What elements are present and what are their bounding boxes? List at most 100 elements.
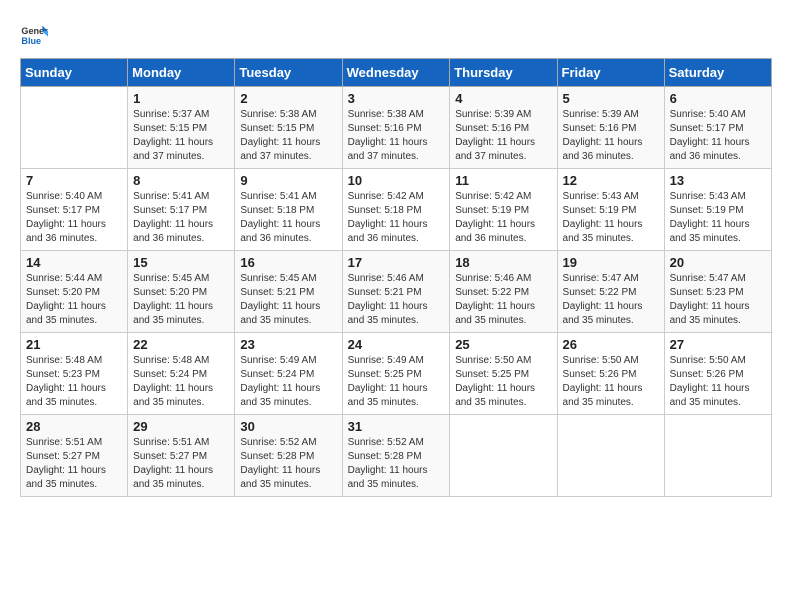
day-info: Sunrise: 5:37 AM Sunset: 5:15 PM Dayligh… [133,108,229,164]
day-number: 21 [26,337,122,352]
weekday-header-sunday: Sunday [21,59,128,87]
day-info: Sunrise: 5:48 AM Sunset: 5:23 PM Dayligh… [26,354,122,410]
day-info: Sunrise: 5:46 AM Sunset: 5:22 PM Dayligh… [455,272,551,328]
day-number: 31 [348,419,445,434]
day-info: Sunrise: 5:52 AM Sunset: 5:28 PM Dayligh… [240,436,336,492]
day-number: 6 [670,91,766,106]
day-info: Sunrise: 5:47 AM Sunset: 5:22 PM Dayligh… [563,272,659,328]
calendar-cell: 22Sunrise: 5:48 AM Sunset: 5:24 PM Dayli… [128,333,235,415]
calendar-cell: 25Sunrise: 5:50 AM Sunset: 5:25 PM Dayli… [450,333,557,415]
day-number: 15 [133,255,229,270]
calendar-cell: 11 Sunrise: 5:42 AM Sunset: 5:19 PM Dayli… [450,169,557,251]
day-info: Sunrise: 5:50 AM Sunset: 5:26 PM Dayligh… [670,354,766,410]
calendar-cell: 21 Sunrise: 5:48 AM Sunset: 5:23 PM Dayli… [21,333,128,415]
calendar-cell: 26Sunrise: 5:50 AM Sunset: 5:26 PM Dayli… [557,333,664,415]
day-number: 2 [240,91,336,106]
day-info: Sunrise: 5:39 AM Sunset: 5:16 PM Dayligh… [455,108,551,164]
calendar-cell: 15Sunrise: 5:45 AM Sunset: 5:20 PM Dayli… [128,251,235,333]
day-number: 13 [670,173,766,188]
day-number: 28 [26,419,122,434]
day-info: Sunrise: 5:43 AM Sunset: 5:19 PM Dayligh… [563,190,659,246]
calendar-cell: 4 Sunrise: 5:39 AM Sunset: 5:16 PM Daylig… [450,87,557,169]
day-number: 16 [240,255,336,270]
day-info: Sunrise: 5:51 AM Sunset: 5:27 PM Dayligh… [26,436,122,492]
day-info: Sunrise: 5:40 AM Sunset: 5:17 PM Dayligh… [670,108,766,164]
logo: General Blue [20,20,52,48]
weekday-header-saturday: Saturday [664,59,771,87]
day-info: Sunrise: 5:39 AM Sunset: 5:16 PM Dayligh… [563,108,659,164]
calendar-cell [557,415,664,497]
calendar-cell: 3Sunrise: 5:38 AM Sunset: 5:16 PM Daylig… [342,87,450,169]
calendar-cell: 31 Sunrise: 5:52 AM Sunset: 5:28 PM Dayli… [342,415,450,497]
day-number: 23 [240,337,336,352]
calendar-cell: 5 Sunrise: 5:39 AM Sunset: 5:16 PM Daylig… [557,87,664,169]
day-info: Sunrise: 5:42 AM Sunset: 5:19 PM Dayligh… [455,190,551,246]
day-number: 19 [563,255,659,270]
day-number: 27 [670,337,766,352]
day-number: 9 [240,173,336,188]
weekday-header-thursday: Thursday [450,59,557,87]
day-info: Sunrise: 5:51 AM Sunset: 5:27 PM Dayligh… [133,436,229,492]
calendar-cell: 8 Sunrise: 5:41 AM Sunset: 5:17 PM Daylig… [128,169,235,251]
day-info: Sunrise: 5:38 AM Sunset: 5:15 PM Dayligh… [240,108,336,164]
calendar-cell: 12 Sunrise: 5:43 AM Sunset: 5:19 PM Dayli… [557,169,664,251]
weekday-header-wednesday: Wednesday [342,59,450,87]
weekday-header-monday: Monday [128,59,235,87]
day-info: Sunrise: 5:50 AM Sunset: 5:25 PM Dayligh… [455,354,551,410]
day-info: Sunrise: 5:46 AM Sunset: 5:21 PM Dayligh… [348,272,445,328]
day-info: Sunrise: 5:52 AM Sunset: 5:28 PM Dayligh… [348,436,445,492]
day-info: Sunrise: 5:48 AM Sunset: 5:24 PM Dayligh… [133,354,229,410]
weekday-header-tuesday: Tuesday [235,59,342,87]
day-number: 5 [563,91,659,106]
day-number: 8 [133,173,229,188]
day-info: Sunrise: 5:49 AM Sunset: 5:24 PM Dayligh… [240,354,336,410]
day-info: Sunrise: 5:40 AM Sunset: 5:17 PM Dayligh… [26,190,122,246]
calendar-cell: 23 Sunrise: 5:49 AM Sunset: 5:24 PM Dayli… [235,333,342,415]
day-number: 11 [455,173,551,188]
calendar-cell: 28 Sunrise: 5:51 AM Sunset: 5:27 PM Dayli… [21,415,128,497]
day-info: Sunrise: 5:50 AM Sunset: 5:26 PM Dayligh… [563,354,659,410]
calendar-cell: 19 Sunrise: 5:47 AM Sunset: 5:22 PM Dayli… [557,251,664,333]
calendar-cell: 6 Sunrise: 5:40 AM Sunset: 5:17 PM Daylig… [664,87,771,169]
svg-text:Blue: Blue [21,36,41,46]
calendar-cell: 1Sunrise: 5:37 AM Sunset: 5:15 PM Daylig… [128,87,235,169]
day-number: 10 [348,173,445,188]
calendar-cell [664,415,771,497]
calendar-cell: 2 Sunrise: 5:38 AM Sunset: 5:15 PM Daylig… [235,87,342,169]
day-info: Sunrise: 5:41 AM Sunset: 5:18 PM Dayligh… [240,190,336,246]
day-info: Sunrise: 5:47 AM Sunset: 5:23 PM Dayligh… [670,272,766,328]
calendar-cell: 9 Sunrise: 5:41 AM Sunset: 5:18 PM Daylig… [235,169,342,251]
calendar-cell: 17Sunrise: 5:46 AM Sunset: 5:21 PM Dayli… [342,251,450,333]
calendar-cell: 20 Sunrise: 5:47 AM Sunset: 5:23 PM Dayli… [664,251,771,333]
day-info: Sunrise: 5:38 AM Sunset: 5:16 PM Dayligh… [348,108,445,164]
day-number: 18 [455,255,551,270]
day-number: 14 [26,255,122,270]
day-info: Sunrise: 5:45 AM Sunset: 5:21 PM Dayligh… [240,272,336,328]
day-number: 24 [348,337,445,352]
calendar-cell: 7 Sunrise: 5:40 AM Sunset: 5:17 PM Daylig… [21,169,128,251]
calendar-cell: 10 Sunrise: 5:42 AM Sunset: 5:18 PM Dayli… [342,169,450,251]
calendar-cell: 16 Sunrise: 5:45 AM Sunset: 5:21 PM Dayli… [235,251,342,333]
day-number: 29 [133,419,229,434]
weekday-header-friday: Friday [557,59,664,87]
day-info: Sunrise: 5:43 AM Sunset: 5:19 PM Dayligh… [670,190,766,246]
day-info: Sunrise: 5:42 AM Sunset: 5:18 PM Dayligh… [348,190,445,246]
day-number: 7 [26,173,122,188]
calendar-cell: 18 Sunrise: 5:46 AM Sunset: 5:22 PM Dayli… [450,251,557,333]
calendar-cell: 14 Sunrise: 5:44 AM Sunset: 5:20 PM Dayli… [21,251,128,333]
day-info: Sunrise: 5:44 AM Sunset: 5:20 PM Dayligh… [26,272,122,328]
calendar-week-row: 1Sunrise: 5:37 AM Sunset: 5:15 PM Daylig… [21,87,772,169]
calendar-cell: 30 Sunrise: 5:52 AM Sunset: 5:28 PM Dayli… [235,415,342,497]
day-info: Sunrise: 5:41 AM Sunset: 5:17 PM Dayligh… [133,190,229,246]
calendar-week-row: 21 Sunrise: 5:48 AM Sunset: 5:23 PM Dayli… [21,333,772,415]
calendar-header-row: SundayMondayTuesdayWednesdayThursdayFrid… [21,59,772,87]
day-number: 20 [670,255,766,270]
day-number: 4 [455,91,551,106]
calendar-cell [21,87,128,169]
day-number: 12 [563,173,659,188]
day-info: Sunrise: 5:49 AM Sunset: 5:25 PM Dayligh… [348,354,445,410]
calendar-cell: 13 Sunrise: 5:43 AM Sunset: 5:19 PM Dayli… [664,169,771,251]
day-number: 30 [240,419,336,434]
calendar-week-row: 7 Sunrise: 5:40 AM Sunset: 5:17 PM Daylig… [21,169,772,251]
calendar-week-row: 28 Sunrise: 5:51 AM Sunset: 5:27 PM Dayli… [21,415,772,497]
